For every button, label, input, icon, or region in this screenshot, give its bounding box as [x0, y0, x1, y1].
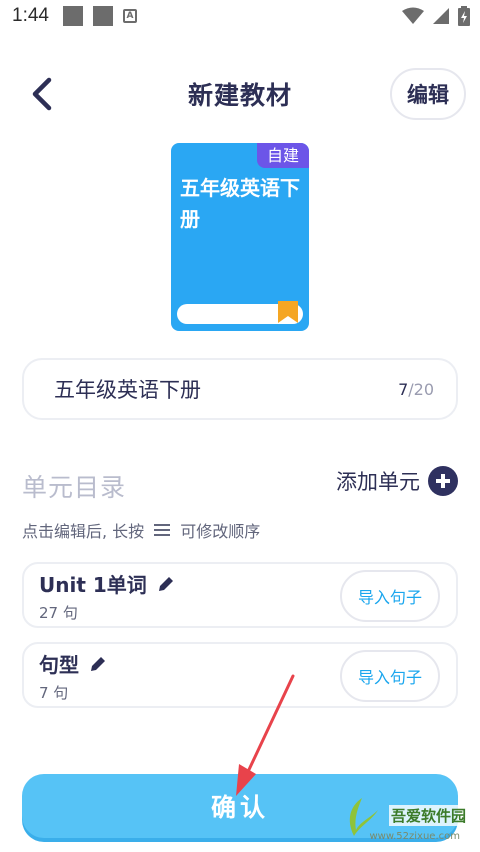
notification-icon-2	[92, 6, 113, 26]
plus-circle-icon	[428, 466, 458, 496]
book-cover-body: 自建 五年级英语下册	[171, 143, 309, 303]
annotation-arrow-icon	[236, 674, 295, 796]
signal-icon	[433, 8, 449, 24]
status-bar: 1:44 A	[0, 0, 480, 32]
edit-button[interactable]: 编辑	[390, 68, 466, 120]
char-count-max: /20	[408, 379, 434, 399]
book-title: 五年级英语下册	[180, 176, 300, 231]
bookmark-icon	[278, 301, 298, 323]
wifi-icon	[402, 7, 424, 24]
unit-card[interactable]: Unit 1单词 27 句 导入句子	[22, 562, 458, 628]
units-section-title: 单元目录	[22, 473, 127, 502]
hint-prefix: 点击编辑后, 长按	[22, 522, 145, 541]
unit-sentence-count: 7 句	[39, 684, 69, 702]
import-sentences-button[interactable]: 导入句子	[340, 570, 440, 622]
textbook-name-value[interactable]: 五年级英语下册	[54, 374, 201, 404]
unit-name-text: Unit 1单词	[39, 573, 147, 597]
unit-card[interactable]: 句型 7 句 导入句子	[22, 642, 458, 708]
battery-icon	[458, 6, 470, 26]
notification-icon	[62, 6, 83, 26]
drag-handle-icon	[154, 523, 171, 537]
textbook-name-field[interactable]: 五年级英语下册 7/20	[22, 358, 458, 420]
status-indicators	[402, 6, 470, 26]
status-time: 1:44	[12, 5, 49, 26]
char-counter: 7/20	[398, 380, 434, 399]
a-notification-icon: A	[122, 9, 137, 23]
confirm-button[interactable]: 确认	[22, 774, 458, 838]
add-unit-button[interactable]: 添加单元	[336, 466, 458, 496]
import-sentences-button[interactable]: 导入句子	[340, 650, 440, 702]
unit-name: Unit 1单词	[39, 569, 175, 598]
hint-suffix: 可修改顺序	[180, 522, 261, 541]
reorder-hint: 点击编辑后, 长按 可修改顺序	[22, 518, 260, 542]
custom-badge: 自建	[257, 143, 309, 168]
pencil-icon[interactable]	[157, 575, 175, 593]
add-unit-label: 添加单元	[336, 470, 420, 494]
book-cover[interactable]: 自建 五年级英语下册	[171, 143, 309, 331]
unit-name-text: 句型	[39, 653, 79, 677]
pencil-icon[interactable]	[89, 655, 107, 673]
unit-name: 句型	[39, 649, 107, 678]
unit-sentence-count: 27 句	[39, 604, 78, 622]
char-count-current: 7	[398, 379, 409, 399]
